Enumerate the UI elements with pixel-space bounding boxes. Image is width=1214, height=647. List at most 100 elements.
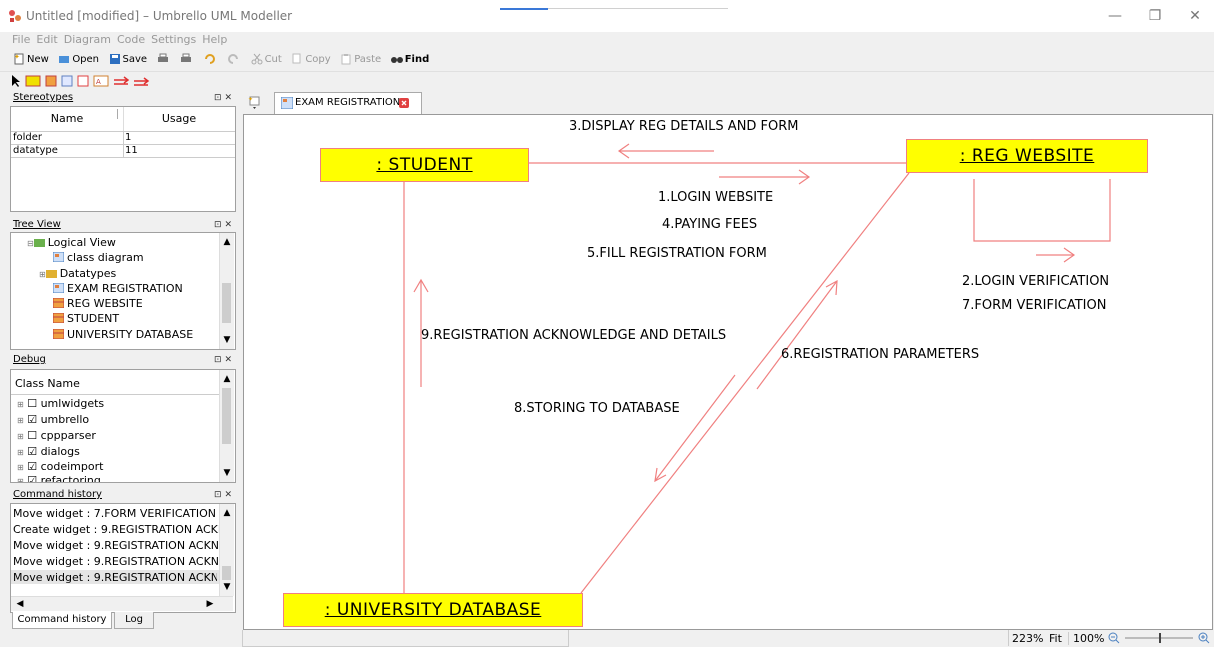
menu-settings[interactable]: Settings	[151, 33, 196, 46]
debug-item-codeimport[interactable]: ⊞ ☑ codeimport	[17, 460, 103, 473]
tree-item-logical-view[interactable]: ⊟ Logical View	[27, 236, 116, 249]
checkbox-icon[interactable]: ☐	[27, 397, 37, 410]
checkbox-checked-icon[interactable]: ☑	[27, 445, 37, 458]
menu-code[interactable]: Code	[117, 33, 145, 46]
message-1[interactable]: 1.LOGIN WEBSITE	[658, 190, 773, 205]
redo-button[interactable]	[224, 51, 244, 69]
zoom-slider[interactable]	[1125, 633, 1193, 643]
restore-button[interactable]: ❐	[1140, 6, 1170, 26]
self-message-tool-icon[interactable]	[134, 77, 150, 86]
zoom-fit-button[interactable]: Fit	[1049, 632, 1062, 645]
checkbox-checked-icon[interactable]: ☑	[27, 413, 37, 426]
stereotypes-dock-header: Stereotypes ⊡ ✕	[10, 91, 236, 105]
tree-item-datatypes[interactable]: ⊞ Datatypes	[39, 267, 116, 280]
dock-controls-icon[interactable]: ⊡ ✕	[214, 91, 232, 105]
new-button[interactable]: ✦ New	[10, 51, 52, 69]
stereotypes-table: Name Usage folder 1 datatype 11	[10, 106, 236, 212]
list-item[interactable]: Move widget : 7.FORM VERIFICATION	[13, 507, 217, 520]
debug-item-umlwidgets[interactable]: ⊞ ☐ umlwidgets	[17, 397, 104, 410]
class-name-header[interactable]: Class Name	[15, 377, 80, 390]
list-item[interactable]: Create widget : 9.REGISTRATION ACKN	[13, 523, 219, 536]
note-tool-icon[interactable]	[61, 75, 73, 87]
zoom-100-button[interactable]: 100%	[1068, 632, 1104, 645]
scroll-up-icon[interactable]: ▲	[220, 235, 234, 249]
message-2[interactable]: 2.LOGIN VERIFICATION	[962, 274, 1109, 289]
find-button[interactable]: Find	[388, 51, 433, 69]
diagram-canvas[interactable]: : STUDENT : REG WEBSITE : UNIVERSITY DAT…	[243, 114, 1213, 630]
close-tab-icon[interactable]	[399, 98, 409, 108]
tab-log[interactable]: Log	[114, 612, 154, 629]
paste-button[interactable]: Paste	[337, 51, 384, 69]
select-arrow-icon[interactable]	[12, 75, 20, 87]
minimize-button[interactable]: —	[1100, 6, 1130, 26]
menu-diagram[interactable]: Diagram	[64, 33, 111, 46]
message-tool-icon[interactable]	[114, 76, 130, 85]
tab-exam-registration[interactable]: EXAM REGISTRATION	[274, 92, 422, 114]
dock-controls-icon[interactable]: ⊡ ✕	[214, 488, 232, 502]
scroll-down-icon[interactable]: ▼	[220, 333, 234, 347]
message-5[interactable]: 5.FILL REGISTRATION FORM	[587, 246, 767, 261]
class-tool-icon[interactable]	[45, 75, 57, 87]
debug-scrollbar[interactable]: ▲ ▼	[219, 370, 234, 482]
object-tool-icon[interactable]	[25, 75, 41, 87]
debug-item-refactoring[interactable]: ⊞ ☑ refactoring	[17, 474, 101, 482]
open-button[interactable]: Open	[55, 51, 102, 69]
scroll-right-icon[interactable]: ▶	[203, 597, 217, 611]
close-button[interactable]: ✕	[1180, 6, 1210, 26]
print-button[interactable]	[154, 51, 174, 69]
box-tool-icon[interactable]	[77, 75, 89, 87]
col-usage-header[interactable]: Usage	[123, 112, 235, 125]
tree-scrollbar[interactable]: ▲ ▼	[219, 233, 234, 349]
debug-item-cppparser[interactable]: ⊞ ☐ cppparser	[17, 429, 96, 442]
message-3[interactable]: 3.DISPLAY REG DETAILS AND FORM	[569, 119, 799, 134]
text-tool-icon[interactable]: A	[93, 75, 109, 87]
scroll-thumb[interactable]	[222, 566, 231, 580]
scroll-left-icon[interactable]: ◀	[13, 597, 27, 611]
scroll-thumb[interactable]	[222, 283, 231, 323]
copy-button[interactable]: Copy	[288, 51, 333, 69]
tree-item-exam-registration[interactable]: EXAM REGISTRATION	[53, 282, 183, 295]
new-diagram-icon[interactable]: ✦	[248, 95, 262, 109]
object-university-database[interactable]: : UNIVERSITY DATABASE	[283, 593, 583, 627]
debug-item-dialogs[interactable]: ⊞ ☑ dialogs	[17, 445, 80, 458]
checkbox-checked-icon[interactable]: ☑	[27, 460, 37, 473]
zoom-out-icon[interactable]	[1108, 632, 1120, 644]
history-scrollbar[interactable]: ▲ ▼	[219, 504, 234, 596]
list-item[interactable]: Move widget : 9.REGISTRATION ACKN(	[13, 571, 217, 584]
list-item[interactable]: Move widget : 9.REGISTRATION ACKN(	[13, 555, 219, 568]
checkbox-checked-icon[interactable]: ☑	[27, 474, 37, 482]
message-8[interactable]: 8.STORING TO DATABASE	[514, 401, 680, 416]
object-reg-website[interactable]: : REG WEBSITE	[906, 139, 1148, 173]
menu-edit[interactable]: Edit	[36, 33, 57, 46]
cut-button[interactable]: Cut	[248, 51, 285, 69]
message-4[interactable]: 4.PAYING FEES	[662, 217, 757, 232]
scroll-down-icon[interactable]: ▼	[220, 580, 234, 594]
debug-item-umbrello[interactable]: ⊞ ☑ umbrello	[17, 413, 89, 426]
tree-item-university-database[interactable]: UNIVERSITY DATABASE	[53, 328, 193, 341]
dock-controls-icon[interactable]: ⊡ ✕	[214, 218, 232, 232]
scroll-down-icon[interactable]: ▼	[220, 466, 234, 480]
print-preview-button[interactable]	[177, 51, 197, 69]
menu-help[interactable]: Help	[202, 33, 227, 46]
checkbox-icon[interactable]: ☐	[27, 429, 37, 442]
message-7[interactable]: 7.FORM VERIFICATION	[962, 298, 1106, 313]
list-item[interactable]: Move widget : 9.REGISTRATION ACKN(	[13, 539, 219, 552]
message-6[interactable]: 6.REGISTRATION PARAMETERS	[781, 347, 979, 362]
tree-item-student[interactable]: STUDENT	[53, 312, 119, 325]
zoom-in-icon[interactable]	[1198, 632, 1210, 644]
menu-file[interactable]: File	[12, 33, 30, 46]
message-9[interactable]: 9.REGISTRATION ACKNOWLEDGE AND DETAILS	[421, 328, 726, 343]
save-button[interactable]: Save	[106, 51, 151, 69]
tree-item-reg-website[interactable]: REG WEBSITE	[53, 297, 143, 310]
tab-command-history[interactable]: Command history	[12, 612, 112, 629]
scroll-thumb[interactable]	[222, 388, 231, 444]
dock-controls-icon[interactable]: ⊡ ✕	[214, 353, 232, 367]
col-name-header[interactable]: Name	[11, 112, 123, 125]
undo-button[interactable]	[201, 51, 221, 69]
msg-arrow-8	[654, 374, 736, 483]
scroll-up-icon[interactable]: ▲	[220, 506, 234, 520]
object-student[interactable]: : STUDENT	[320, 148, 529, 182]
scroll-up-icon[interactable]: ▲	[220, 372, 234, 386]
history-hscrollbar[interactable]: ◀ ▶	[11, 596, 233, 611]
tree-item-class-diagram[interactable]: class diagram	[53, 251, 144, 264]
